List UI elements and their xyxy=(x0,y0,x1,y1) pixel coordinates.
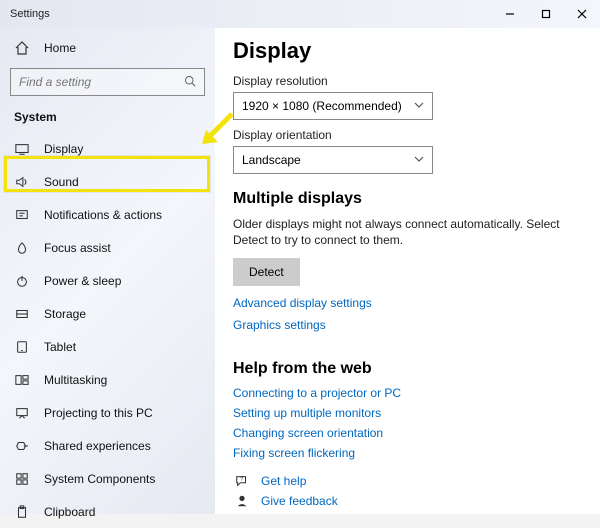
sidebar-item-focus-assist[interactable]: Focus assist xyxy=(0,231,215,264)
sidebar-item-clipboard[interactable]: Clipboard xyxy=(0,495,215,528)
get-help-icon: ? xyxy=(233,474,251,488)
shared-experiences-icon xyxy=(14,439,30,453)
sidebar-item-label: Storage xyxy=(44,307,86,321)
sidebar-item-label: System Components xyxy=(44,472,155,486)
multitasking-icon xyxy=(14,373,30,387)
clipboard-icon xyxy=(14,505,30,519)
search-icon xyxy=(184,75,196,90)
main-pane: Display Display resolution 1920 × 1080 (… xyxy=(215,28,600,514)
sidebar-group-system: System xyxy=(0,104,215,132)
help-link-flickering[interactable]: Fixing screen flickering xyxy=(233,446,584,460)
titlebar: Settings xyxy=(0,0,600,28)
window-title: Settings xyxy=(10,8,50,20)
sidebar-item-projecting[interactable]: Projecting to this PC xyxy=(0,396,215,429)
sidebar-item-label: Clipboard xyxy=(44,505,95,519)
graphics-settings-link[interactable]: Graphics settings xyxy=(233,318,584,332)
sidebar-item-label: Display xyxy=(44,142,83,156)
display-icon xyxy=(14,142,30,156)
feedback-icon xyxy=(233,494,251,508)
minimize-button[interactable] xyxy=(492,0,528,28)
sidebar-item-shared-experiences[interactable]: Shared experiences xyxy=(0,429,215,462)
focus-assist-icon xyxy=(14,241,30,255)
svg-text:?: ? xyxy=(240,477,243,483)
sidebar-item-label: Tablet xyxy=(44,340,76,354)
resolution-select[interactable]: 1920 × 1080 (Recommended) xyxy=(233,92,433,120)
sidebar-item-label: Power & sleep xyxy=(44,274,121,288)
sidebar-item-tablet[interactable]: Tablet xyxy=(0,330,215,363)
orientation-value: Landscape xyxy=(242,153,301,167)
power-icon xyxy=(14,274,30,288)
window-controls xyxy=(492,0,600,28)
sidebar-home[interactable]: Home xyxy=(0,32,215,64)
help-heading: Help from the web xyxy=(233,360,584,378)
sidebar-item-multitasking[interactable]: Multitasking xyxy=(0,363,215,396)
storage-icon xyxy=(14,307,30,321)
page-title: Display xyxy=(233,38,584,64)
sound-icon xyxy=(14,175,30,189)
settings-window: Settings Home System Display xyxy=(0,0,600,514)
sidebar-home-label: Home xyxy=(44,41,76,55)
sidebar-item-sound[interactable]: Sound xyxy=(0,165,215,198)
multiple-displays-heading: Multiple displays xyxy=(233,190,584,208)
help-link-orientation[interactable]: Changing screen orientation xyxy=(233,426,584,440)
close-button[interactable] xyxy=(564,0,600,28)
chevron-down-icon xyxy=(414,153,424,167)
sidebar-item-power-sleep[interactable]: Power & sleep xyxy=(0,264,215,297)
help-link-projector[interactable]: Connecting to a projector or PC xyxy=(233,386,584,400)
tablet-icon xyxy=(14,340,30,354)
sidebar-item-label: Focus assist xyxy=(44,241,111,255)
get-help-label: Get help xyxy=(261,474,306,488)
help-link-multi-monitors[interactable]: Setting up multiple monitors xyxy=(233,406,584,420)
resolution-label: Display resolution xyxy=(233,74,584,88)
search-input-wrap[interactable] xyxy=(10,68,205,96)
sidebar-item-display[interactable]: Display xyxy=(0,132,215,165)
chevron-down-icon xyxy=(414,99,424,113)
sidebar-item-label: Shared experiences xyxy=(44,439,151,453)
sidebar-item-label: Sound xyxy=(44,175,79,189)
sidebar-item-label: Notifications & actions xyxy=(44,208,162,222)
detect-button[interactable]: Detect xyxy=(233,258,300,286)
sidebar: Home System Display Sound Notifications … xyxy=(0,28,215,514)
sidebar-item-storage[interactable]: Storage xyxy=(0,297,215,330)
sidebar-item-label: Projecting to this PC xyxy=(44,406,153,420)
orientation-label: Display orientation xyxy=(233,128,584,142)
components-icon xyxy=(14,472,30,486)
maximize-button[interactable] xyxy=(528,0,564,28)
projecting-icon xyxy=(14,406,30,420)
get-help-row[interactable]: ? Get help xyxy=(233,474,584,488)
sidebar-item-notifications[interactable]: Notifications & actions xyxy=(0,198,215,231)
home-icon xyxy=(14,40,30,56)
feedback-label: Give feedback xyxy=(261,494,338,508)
sidebar-item-system-components[interactable]: System Components xyxy=(0,462,215,495)
orientation-select[interactable]: Landscape xyxy=(233,146,433,174)
feedback-row[interactable]: Give feedback xyxy=(233,494,584,508)
resolution-value: 1920 × 1080 (Recommended) xyxy=(242,99,402,113)
multiple-displays-text: Older displays might not always connect … xyxy=(233,216,573,248)
sidebar-item-label: Multitasking xyxy=(44,373,107,387)
advanced-display-link[interactable]: Advanced display settings xyxy=(233,296,584,310)
notifications-icon xyxy=(14,208,30,222)
search-input[interactable] xyxy=(19,75,184,89)
